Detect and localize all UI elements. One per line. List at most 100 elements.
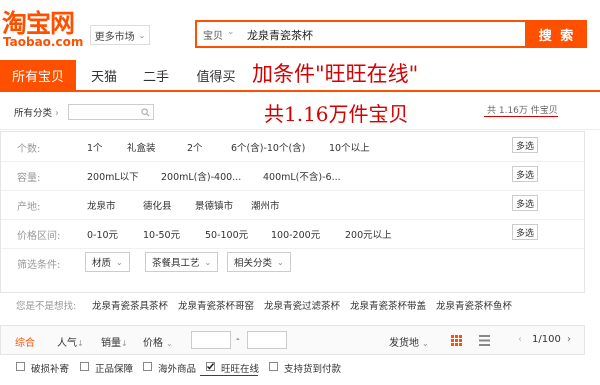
suggestion-link[interactable]: 龙泉青瓷过滤茶杯 [264, 298, 340, 312]
search-button[interactable]: 搜 索 [527, 20, 587, 48]
chevron-right-icon: › [55, 108, 59, 119]
related-category-dropdown[interactable]: 相关分类 ⌄ [227, 252, 291, 272]
chevron-down-icon: ⌄ [204, 257, 212, 267]
dropdown-label: 材质 [92, 258, 112, 269]
checkbox-label: 支持货到付款 [284, 364, 342, 375]
chevron-down-icon: ⌄ [138, 30, 146, 40]
checkbox-label: 破损补寄 [31, 364, 70, 375]
sort-label: 销量 [101, 338, 121, 349]
list-view-icon[interactable] [479, 335, 490, 346]
filter-option[interactable]: 龙泉市 [87, 198, 116, 212]
filter-option[interactable]: 400mL(不含)-6... [263, 169, 341, 183]
filter-option[interactable]: 10-50元 [143, 227, 180, 241]
filter-option[interactable]: 礼盒装 [127, 140, 156, 154]
multi-select-button[interactable]: 多选 [512, 195, 538, 211]
grid-view-icon[interactable] [451, 335, 462, 346]
sort-sales[interactable]: 销量↓ [101, 334, 128, 349]
page-indicator: 1/100 [532, 334, 561, 345]
annotation-item-count: 共1.16万件宝贝 [264, 102, 409, 126]
filter-panel: 个数: 1个 礼盒装 2个 6个(含)-10个(含) 10个以上 多选 容量: … [0, 131, 585, 293]
suggestion-link[interactable]: 龙泉青瓷茶具茶杯 [92, 298, 168, 312]
sort-price[interactable]: 价格 ⌄ [143, 334, 173, 349]
more-market-dropdown[interactable]: 更多市场 ⌄ [90, 25, 150, 45]
count-underline [484, 116, 558, 117]
ship-from-dropdown[interactable]: 发货地 ⌄ [389, 334, 429, 349]
ship-from-label: 发货地 [389, 338, 419, 349]
filter-row-capacity: 容量: 200mL以下 200mL(含)-400... 400mL(不含)-6.… [1, 161, 584, 191]
result-count: 共 1.16万 件宝贝 [487, 106, 558, 116]
all-categories-label: 所有分类 [14, 108, 53, 119]
arrow-down-icon: ↓ [121, 339, 128, 348]
sort-popularity[interactable]: 人气↓ [57, 334, 84, 349]
checkbox-wangwang-online[interactable] [206, 362, 215, 371]
annotation-add-condition: 加条件"旺旺在线" [252, 62, 419, 86]
filter-option[interactable]: 200mL以下 [87, 169, 139, 183]
search-icon [141, 108, 150, 117]
tab-tmall[interactable]: 天猫 [82, 60, 126, 90]
chevron-down-icon: ⌄ [277, 257, 284, 267]
arrow-down-icon: ↓ [77, 339, 84, 348]
price-max-input[interactable] [247, 331, 287, 349]
search-box: 宝贝 ⌄ [195, 20, 527, 48]
taobao-logo-en[interactable]: Taobao.com [3, 35, 83, 49]
all-categories[interactable]: 所有分类 › [14, 105, 59, 119]
multi-select-button[interactable]: 多选 [512, 137, 538, 153]
search-category-select[interactable]: 宝贝 [203, 27, 223, 42]
checkbox-label: 正品保障 [95, 364, 134, 375]
suggestions-row: 您是不是想找: 龙泉青瓷茶具茶杯 龙泉青瓷茶杯哥窑 龙泉青瓷过滤茶杯 龙泉青瓷茶… [0, 290, 585, 312]
wangwang-underline [200, 375, 258, 376]
price-min-input[interactable] [191, 331, 231, 349]
filter-label: 容量: [17, 173, 41, 184]
filter-label: 筛选条件: [17, 260, 61, 271]
sort-comprehensive[interactable]: 综合 [15, 334, 35, 349]
craft-dropdown[interactable]: 茶餐具工艺 ⌄ [145, 252, 219, 272]
chevron-down-icon: ⌄ [166, 339, 173, 348]
filter-row-price: 价格区间: 0-10元 10-50元 50-100元 100-200元 200元… [1, 219, 584, 249]
filter-row-origin: 产地: 龙泉市 德化县 景德镇市 潮州市 多选 [1, 190, 584, 220]
multi-select-button[interactable]: 多选 [512, 224, 538, 240]
checkbox-overseas[interactable] [143, 362, 152, 371]
checkbox-genuine[interactable] [80, 362, 89, 371]
filter-row-conditions: 筛选条件: 材质 ⌄ 茶餐具工艺 ⌄ 相关分类 ⌄ [1, 248, 584, 277]
suggestion-link[interactable]: 龙泉青瓷茶杯带盖 [350, 298, 426, 312]
tab-worth-buying[interactable]: 值得买 [188, 60, 244, 90]
filter-label: 价格区间: [17, 231, 61, 242]
next-page-icon[interactable]: › [567, 334, 571, 345]
dropdown-label: 茶餐具工艺 [152, 258, 200, 269]
filter-option[interactable]: 0-10元 [87, 227, 118, 241]
filter-option[interactable]: 100-200元 [271, 227, 320, 241]
prev-page-icon[interactable]: ‹ [518, 334, 522, 345]
filter-option[interactable]: 2个 [187, 140, 203, 154]
search-input[interactable] [245, 24, 527, 46]
filter-option[interactable]: 景德镇市 [195, 198, 233, 212]
material-dropdown[interactable]: 材质 ⌄ [85, 252, 130, 272]
filter-row-count: 个数: 1个 礼盒装 2个 6个(含)-10个(含) 10个以上 多选 [1, 132, 584, 162]
filter-option[interactable]: 50-100元 [205, 227, 248, 241]
checkbox-cod[interactable] [269, 362, 278, 371]
filter-label: 个数: [17, 144, 41, 155]
filter-option[interactable]: 德化县 [143, 198, 172, 212]
filter-option[interactable]: 10个以上 [329, 140, 370, 154]
chevron-down-icon: ⌄ [227, 27, 235, 37]
filter-option[interactable]: 6个(含)-10个(含) [231, 140, 305, 154]
sort-bar: 综合 人气↓ 销量↓ 价格 ⌄ - 发货地 ⌄ ‹ 1/100 › [0, 325, 585, 355]
chevron-down-icon: ⌄ [422, 339, 429, 348]
checkbox-damage-resend[interactable] [16, 362, 25, 371]
checkmark-icon [206, 363, 215, 370]
filter-option[interactable]: 潮州市 [251, 198, 280, 212]
sort-label: 价格 [143, 338, 163, 349]
category-filter-input[interactable] [68, 104, 154, 120]
checkbox-label: 海外商品 [158, 364, 197, 375]
filter-option[interactable]: 200mL(含)-400... [161, 169, 241, 183]
tab-all-items[interactable]: 所有宝贝 [0, 60, 76, 90]
suggestion-link[interactable]: 龙泉青瓷茶杯鱼杯 [436, 298, 512, 312]
filter-label: 产地: [17, 202, 41, 213]
suggestions-label: 您是不是想找: [16, 301, 77, 312]
dropdown-label: 相关分类 [234, 258, 273, 269]
checkbox-filter-row: 破损补寄 正品保障 海外商品 旺旺在线 支持货到付款 [0, 358, 585, 380]
filter-option[interactable]: 1个 [87, 140, 103, 154]
suggestion-link[interactable]: 龙泉青瓷茶杯哥窑 [178, 298, 254, 312]
filter-option[interactable]: 200元以上 [345, 227, 392, 241]
multi-select-button[interactable]: 多选 [512, 166, 538, 182]
tab-second-hand[interactable]: 二手 [134, 60, 178, 90]
